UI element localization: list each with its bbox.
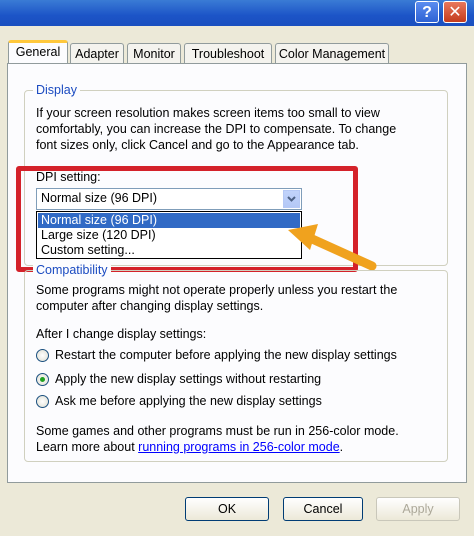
apply-without-restart-label[interactable]: Apply the new display settings without r… [55,371,321,387]
display-description-line-2: comfortably, you can increase the DPI to… [36,122,397,136]
learn-more-suffix: . [339,440,344,454]
help-button[interactable]: ? [415,1,439,23]
learn-more-prefix: Learn more about [36,440,139,454]
ok-button[interactable]: OK [185,497,269,521]
ask-me-option-label[interactable]: Ask me before applying the new display s… [55,393,322,409]
tab-general[interactable]: General [8,40,68,65]
learn-more-line: Learn more about running programs in 256… [36,439,343,455]
cancel-button[interactable]: Cancel [283,497,363,521]
after-change-label: After I change display settings: [36,327,207,341]
tab-troubleshoot[interactable]: Troubleshoot [184,43,272,63]
arrow-icon [288,224,377,271]
title-bar: ? ✕ [0,0,474,26]
display-description-line-1: If your screen resolution makes screen i… [36,106,380,120]
ask-me-radio[interactable] [36,395,49,408]
tab-monitor[interactable]: Monitor [127,43,181,63]
display-legend: Display [33,83,80,97]
tab-adapter[interactable]: Adapter [70,43,124,63]
close-button[interactable]: ✕ [443,1,467,23]
restart-option-label[interactable]: Restart the computer before applying the… [55,347,397,363]
running-256-color-link[interactable]: running programs in 256-color mode [138,440,340,454]
compatibility-description-line-2: computer after changing display settings… [36,299,264,313]
compatibility-legend: Compatibility [33,263,111,277]
apply-button[interactable]: Apply [376,497,460,521]
compatibility-description-line-1: Some programs might not operate properly… [36,283,398,297]
display-description-line-3: font sizes only, click Cancel and go to … [36,138,359,152]
apply-without-restart-radio[interactable] [36,373,49,386]
tab-color-management[interactable]: Color Management [275,43,389,63]
restart-radio[interactable] [36,349,49,362]
256-color-note: Some games and other programs must be ru… [36,424,399,438]
